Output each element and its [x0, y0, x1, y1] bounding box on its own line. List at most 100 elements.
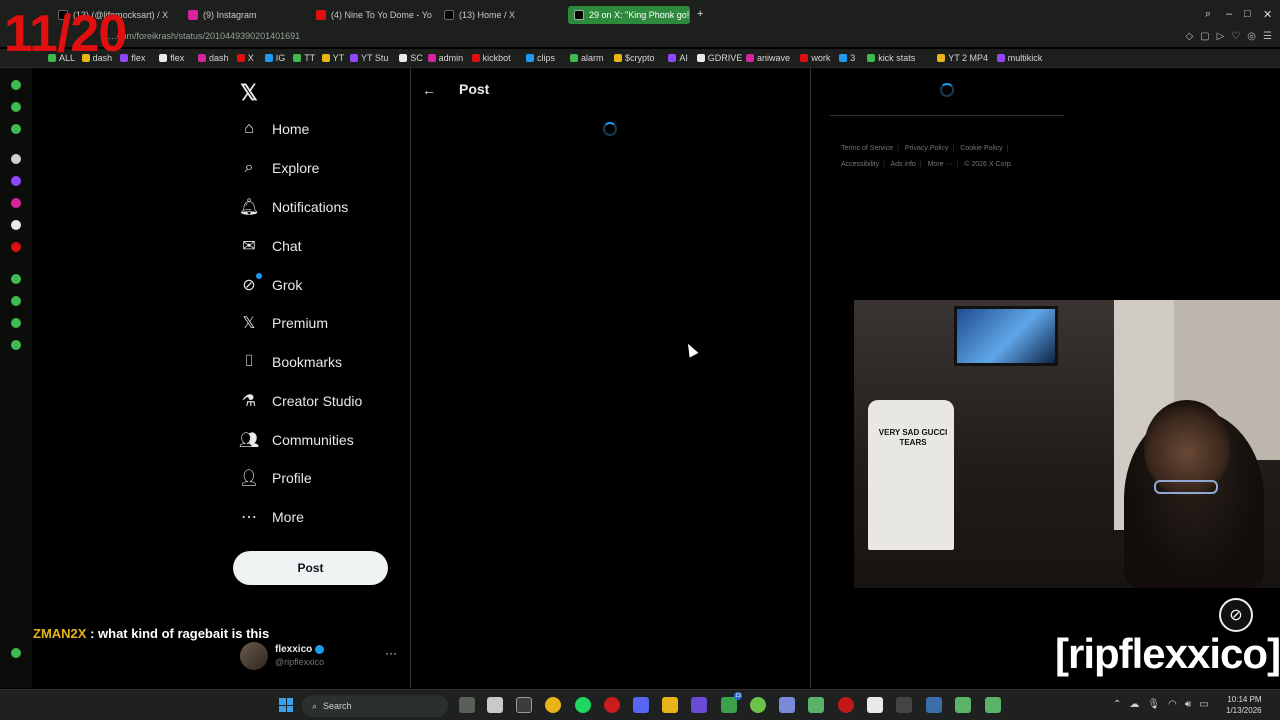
bookmark-item[interactable]: alarm [570, 53, 604, 63]
bookmark-item[interactable]: YT Stu [350, 53, 388, 63]
nav-item-explore[interactable]: ⌕ Explore [240, 154, 320, 182]
back-arrow-icon[interactable]: ← [422, 82, 436, 98]
footer-link[interactable]: Accessibility [841, 161, 879, 168]
gx-icon[interactable] [11, 648, 21, 658]
nav-item-communities[interactable]: 👥︎ Communities [239, 426, 354, 454]
opera-icon[interactable] [604, 697, 620, 713]
app-icon[interactable] [516, 697, 532, 713]
nav-item-creator-studio[interactable]: ⚗ Creator Studio [240, 387, 362, 415]
bookmark-item[interactable]: X [236, 53, 254, 63]
windows-start-icon[interactable] [279, 698, 293, 712]
bookmark-item[interactable]: YT 2 MP4 [937, 53, 988, 63]
browser-tab-active[interactable]: 29 on X: "King Phonk go! [568, 6, 690, 24]
footer-link[interactable]: Terms of Service [841, 145, 893, 152]
nav-item-bookmarks[interactable]: ⌷ Bookmarks [240, 348, 342, 376]
heart-icon[interactable]: ♡ [1231, 31, 1240, 42]
bookmark-item[interactable]: IG [264, 53, 285, 63]
extension-icon[interactable]: ◇ [1185, 31, 1193, 42]
bookmark-item[interactable]: dash [198, 53, 229, 63]
search-icon[interactable]: ⌕ [1205, 8, 1211, 21]
bookmark-item[interactable]: GDRIVE [696, 53, 742, 63]
bookmark-item[interactable]: multikick [996, 53, 1042, 63]
footer-link[interactable]: More ··· [928, 161, 953, 168]
bookmark-item[interactable]: kickbot [471, 53, 511, 63]
bookmark-item[interactable]: $crypto [614, 53, 655, 63]
taskbar-clock[interactable]: 10:14 PM 1/13/2026 [1226, 694, 1262, 716]
task-view-icon[interactable] [459, 697, 475, 713]
more-icon[interactable]: ··· [385, 646, 397, 660]
bookmark-item[interactable]: clips [526, 53, 555, 63]
rail-app-icon[interactable] [11, 80, 21, 90]
nav-item-grok[interactable]: ⊘ Grok [240, 271, 302, 299]
cloud-icon[interactable]: ☁ [1129, 699, 1139, 710]
app-icon[interactable] [896, 697, 912, 713]
extension-icon[interactable]: ▢ [1200, 31, 1209, 42]
rail-app-icon[interactable] [11, 124, 21, 134]
nav-item-home[interactable]: ⌂ Home [240, 115, 309, 143]
folder-icon[interactable] [662, 697, 678, 713]
spotify-icon[interactable] [575, 697, 591, 713]
browser-tab[interactable]: (13) Home / X [444, 6, 560, 24]
history-icon[interactable] [11, 296, 21, 306]
x-logo-icon[interactable]: 𝕏 [240, 80, 258, 106]
bookmark-item[interactable]: work [800, 53, 830, 63]
bookmark-item[interactable]: flex [159, 53, 184, 63]
nav-item-chat[interactable]: ✉ Chat [240, 232, 301, 260]
browser-tab[interactable]: (4) Nine To Yo Dome - Yo [316, 6, 432, 24]
app-icon[interactable] [487, 697, 503, 713]
bookmark-item[interactable]: 3 [839, 53, 855, 63]
taskbar-search[interactable]: ⌕ Search [302, 695, 448, 717]
extensions-icon[interactable] [11, 318, 21, 328]
footer-link[interactable]: Ads info [891, 161, 916, 168]
bookmark-item[interactable]: aniwave [746, 53, 790, 63]
extension-icon[interactable]: ◎ [1247, 31, 1256, 42]
wifi-icon[interactable]: ◠ [1168, 699, 1177, 710]
app-icon[interactable] [985, 697, 1001, 713]
browser-tab[interactable]: (9) Instagram [188, 6, 308, 24]
discord-icon[interactable] [633, 697, 649, 713]
app-icon[interactable] [808, 697, 824, 713]
youtube-icon[interactable] [11, 242, 21, 252]
battery-icon[interactable]: ▭ [1199, 699, 1208, 710]
twitch-icon[interactable] [11, 176, 21, 186]
app-icon[interactable] [955, 697, 971, 713]
nav-item-more[interactable]: ⋯ More [240, 503, 304, 531]
app-icon[interactable] [838, 697, 854, 713]
url-field[interactable]: …com/foreikrash/status/20104493902014016… [108, 31, 300, 41]
chevron-up-icon[interactable]: ⌃ [1113, 699, 1121, 710]
bookmark-item[interactable]: admin [427, 53, 463, 63]
bookmark-item[interactable]: AI [668, 53, 688, 63]
app-icon[interactable] [779, 697, 795, 713]
player-icon[interactable] [11, 274, 21, 284]
xbox-icon[interactable] [721, 697, 737, 713]
extension-icon[interactable]: ☰ [1263, 31, 1272, 42]
volume-icon[interactable]: 🔊︎ [1185, 699, 1191, 710]
post-button[interactable]: Post [233, 551, 388, 585]
nav-item-notifications[interactable]: 🔔︎ Notifications [239, 193, 348, 221]
footer-link[interactable]: Cookie Policy [960, 145, 1002, 152]
rail-app-icon[interactable] [11, 102, 21, 112]
instagram-icon[interactable] [11, 198, 21, 208]
chatgpt-icon[interactable] [11, 154, 21, 164]
app-icon[interactable] [691, 697, 707, 713]
nav-item-profile[interactable]: 👤︎ Profile [239, 464, 312, 492]
extension-icon[interactable]: ▷ [1217, 31, 1225, 42]
maximize-icon[interactable]: □ [1244, 8, 1251, 20]
minimize-icon[interactable]: – [1226, 8, 1232, 20]
app-icon[interactable] [926, 697, 942, 713]
close-icon[interactable]: ✕ [1263, 8, 1272, 21]
bookmark-item[interactable]: SC [399, 53, 423, 63]
account-switcher[interactable]: flexxico @ripflexxico ··· [240, 642, 400, 674]
footer-link[interactable]: Privacy Policy [905, 145, 949, 152]
nav-item-premium[interactable]: 𝕏 Premium [240, 309, 328, 337]
bookmark-item[interactable]: YT [321, 53, 344, 63]
settings-icon[interactable] [11, 340, 21, 350]
app-icon[interactable] [750, 697, 766, 713]
app-icon[interactable] [867, 697, 883, 713]
microphone-icon[interactable]: 🎙︎ [1147, 699, 1160, 710]
bookmark-item[interactable]: kick stats [867, 53, 915, 63]
new-tab-icon[interactable]: + [697, 8, 703, 20]
chrome-icon[interactable] [545, 697, 561, 713]
x-icon[interactable] [11, 220, 21, 230]
bookmark-item[interactable]: TT [293, 53, 315, 63]
